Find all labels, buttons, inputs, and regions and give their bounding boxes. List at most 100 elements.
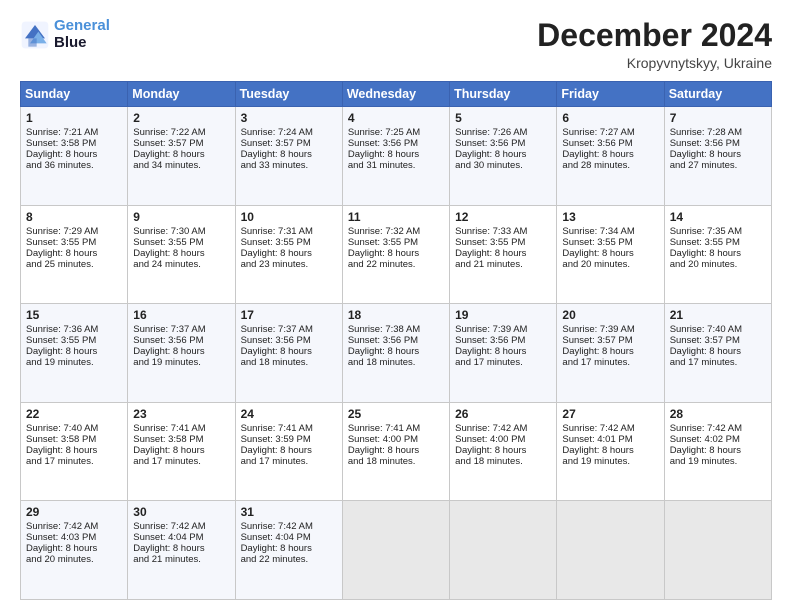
cell-info-line: Sunset: 3:59 PM [241,434,337,445]
day-number: 3 [241,111,337,125]
cell-info-line: Sunrise: 7:40 AM [26,423,122,434]
day-number: 22 [26,407,122,421]
cell-info-line: Sunset: 3:56 PM [348,138,444,149]
cell-info-line: Daylight: 8 hours [455,445,551,456]
cell-info-line: Sunset: 3:56 PM [348,335,444,346]
calendar-cell: 23Sunrise: 7:41 AMSunset: 3:58 PMDayligh… [128,402,235,501]
calendar-cell: 21Sunrise: 7:40 AMSunset: 3:57 PMDayligh… [664,304,771,403]
calendar-cell: 27Sunrise: 7:42 AMSunset: 4:01 PMDayligh… [557,402,664,501]
day-number: 13 [562,210,658,224]
cell-info-line: Sunset: 3:57 PM [670,335,766,346]
cell-info-line: and 22 minutes. [241,554,337,565]
cell-info-line: Sunset: 4:00 PM [455,434,551,445]
cell-info-line: Sunrise: 7:42 AM [241,521,337,532]
cell-info-line: Sunrise: 7:39 AM [562,324,658,335]
weekday-header-monday: Monday [128,82,235,107]
calendar-cell: 7Sunrise: 7:28 AMSunset: 3:56 PMDaylight… [664,107,771,206]
cell-info-line: Sunrise: 7:42 AM [26,521,122,532]
calendar-cell: 14Sunrise: 7:35 AMSunset: 3:55 PMDayligh… [664,205,771,304]
cell-info-line: Sunset: 3:55 PM [133,237,229,248]
weekday-header-saturday: Saturday [664,82,771,107]
day-number: 12 [455,210,551,224]
cell-info-line: and 27 minutes. [670,160,766,171]
cell-info-line: Daylight: 8 hours [241,248,337,259]
cell-info-line: Sunrise: 7:36 AM [26,324,122,335]
cell-info-line: Daylight: 8 hours [133,445,229,456]
calendar-cell: 1Sunrise: 7:21 AMSunset: 3:58 PMDaylight… [21,107,128,206]
day-number: 31 [241,505,337,519]
day-number: 11 [348,210,444,224]
cell-info-line: Daylight: 8 hours [562,346,658,357]
cell-info-line: and 17 minutes. [562,357,658,368]
logo-text: General Blue [54,18,110,51]
cell-info-line: and 21 minutes. [455,259,551,270]
cell-info-line: Sunset: 4:04 PM [133,532,229,543]
cell-info-line: and 20 minutes. [26,554,122,565]
cell-info-line: Daylight: 8 hours [455,149,551,160]
cell-info-line: Sunrise: 7:39 AM [455,324,551,335]
cell-info-line: Daylight: 8 hours [670,248,766,259]
logo: General Blue [20,18,110,51]
calendar-cell: 17Sunrise: 7:37 AMSunset: 3:56 PMDayligh… [235,304,342,403]
calendar-cell [664,501,771,600]
cell-info-line: Sunrise: 7:26 AM [455,127,551,138]
cell-info-line: Sunset: 3:56 PM [562,138,658,149]
calendar-cell: 19Sunrise: 7:39 AMSunset: 3:56 PMDayligh… [450,304,557,403]
cell-info-line: Sunrise: 7:27 AM [562,127,658,138]
calendar-cell: 8Sunrise: 7:29 AMSunset: 3:55 PMDaylight… [21,205,128,304]
day-number: 23 [133,407,229,421]
cell-info-line: Sunset: 3:58 PM [26,434,122,445]
cell-info-line: and 19 minutes. [133,357,229,368]
cell-info-line: and 17 minutes. [670,357,766,368]
cell-info-line: and 18 minutes. [348,357,444,368]
calendar-cell: 10Sunrise: 7:31 AMSunset: 3:55 PMDayligh… [235,205,342,304]
weekday-header-wednesday: Wednesday [342,82,449,107]
day-number: 15 [26,308,122,322]
day-number: 10 [241,210,337,224]
day-number: 17 [241,308,337,322]
calendar-cell: 4Sunrise: 7:25 AMSunset: 3:56 PMDaylight… [342,107,449,206]
day-number: 7 [670,111,766,125]
cell-info-line: Sunrise: 7:37 AM [133,324,229,335]
cell-info-line: and 18 minutes. [455,456,551,467]
cell-info-line: and 31 minutes. [348,160,444,171]
day-number: 20 [562,308,658,322]
calendar-cell: 31Sunrise: 7:42 AMSunset: 4:04 PMDayligh… [235,501,342,600]
cell-info-line: and 23 minutes. [241,259,337,270]
cell-info-line: and 20 minutes. [670,259,766,270]
calendar-cell: 2Sunrise: 7:22 AMSunset: 3:57 PMDaylight… [128,107,235,206]
cell-info-line: Daylight: 8 hours [133,543,229,554]
cell-info-line: and 24 minutes. [133,259,229,270]
cell-info-line: and 30 minutes. [455,160,551,171]
cell-info-line: Daylight: 8 hours [562,445,658,456]
cell-info-line: Daylight: 8 hours [670,149,766,160]
cell-info-line: Sunrise: 7:31 AM [241,226,337,237]
cell-info-line: Daylight: 8 hours [241,445,337,456]
cell-info-line: Daylight: 8 hours [241,346,337,357]
cell-info-line: and 25 minutes. [26,259,122,270]
weekday-header-sunday: Sunday [21,82,128,107]
cell-info-line: Sunrise: 7:33 AM [455,226,551,237]
cell-info-line: Daylight: 8 hours [562,149,658,160]
calendar-cell [557,501,664,600]
day-number: 18 [348,308,444,322]
calendar-page: General Blue December 2024 Kropyvnytskyy… [0,0,792,612]
cell-info-line: and 36 minutes. [26,160,122,171]
day-number: 29 [26,505,122,519]
cell-info-line: Sunrise: 7:37 AM [241,324,337,335]
cell-info-line: Sunset: 3:57 PM [562,335,658,346]
cell-info-line: Daylight: 8 hours [26,445,122,456]
cell-info-line: Daylight: 8 hours [26,346,122,357]
cell-info-line: and 18 minutes. [241,357,337,368]
cell-info-line: Sunset: 3:56 PM [670,138,766,149]
calendar-cell: 9Sunrise: 7:30 AMSunset: 3:55 PMDaylight… [128,205,235,304]
cell-info-line: Daylight: 8 hours [241,543,337,554]
cell-info-line: Daylight: 8 hours [26,543,122,554]
calendar-cell: 15Sunrise: 7:36 AMSunset: 3:55 PMDayligh… [21,304,128,403]
calendar-cell: 30Sunrise: 7:42 AMSunset: 4:04 PMDayligh… [128,501,235,600]
day-number: 21 [670,308,766,322]
calendar-week-row: 8Sunrise: 7:29 AMSunset: 3:55 PMDaylight… [21,205,772,304]
cell-info-line: Sunrise: 7:21 AM [26,127,122,138]
cell-info-line: Sunset: 3:56 PM [455,138,551,149]
cell-info-line: and 17 minutes. [455,357,551,368]
